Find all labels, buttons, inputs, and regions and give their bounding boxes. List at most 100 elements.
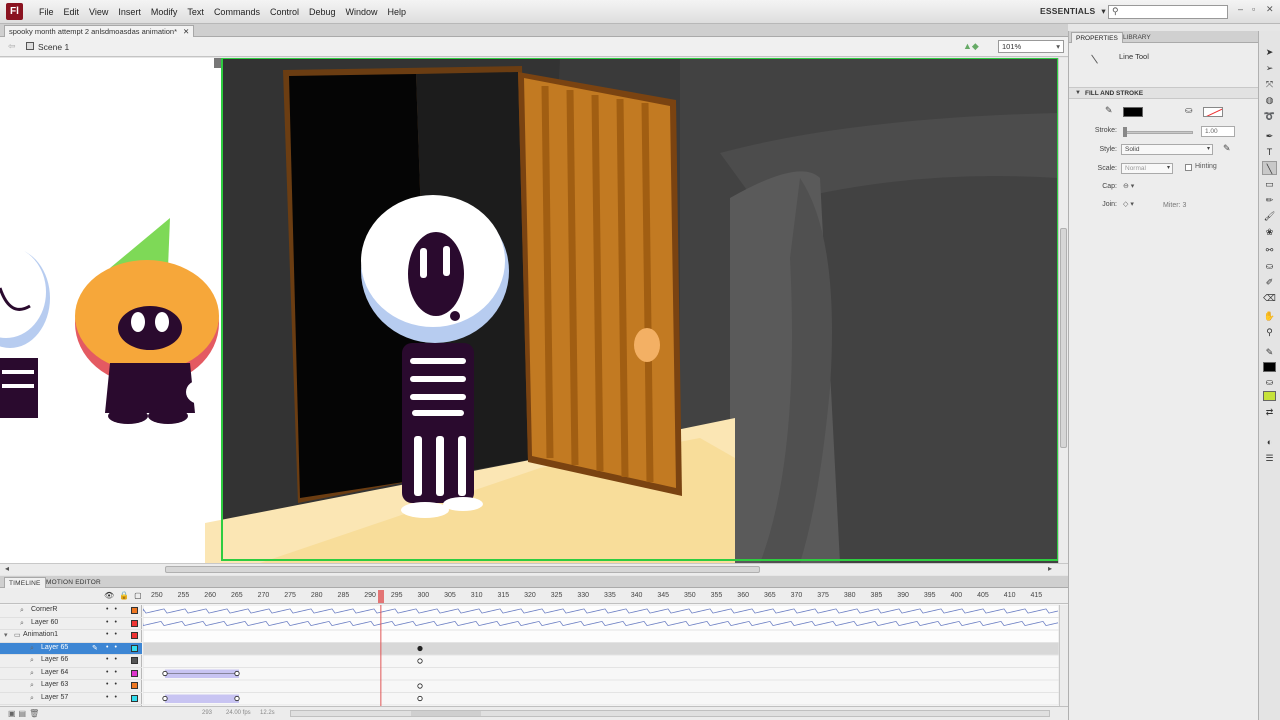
layer-row[interactable]: ⌕ Layer 65 ✎ ••	[0, 642, 142, 655]
transform-tool-icon[interactable]: ⤧	[1262, 77, 1277, 91]
pencil-tool-icon[interactable]: ✏	[1262, 193, 1277, 207]
layer-row[interactable]: ⌕ Layer 57 ••	[0, 693, 142, 705]
layer-outline-color[interactable]	[131, 682, 138, 689]
layer-name[interactable]: Layer 60	[31, 619, 58, 626]
menu-control[interactable]: Control	[270, 7, 299, 17]
scroll-right-icon[interactable]: ▸	[1048, 564, 1052, 573]
layer-name[interactable]: Layer 57	[41, 694, 68, 701]
layer-row[interactable]: ⌕ Layer 66 ••	[0, 655, 142, 668]
stroke-slider[interactable]	[1123, 131, 1193, 134]
minimize-icon[interactable]: –	[1238, 4, 1243, 14]
layer-outline-color[interactable]	[131, 632, 138, 639]
visibility-lock-dots[interactable]: ••	[106, 669, 123, 676]
pen-tool-icon[interactable]: ✒	[1262, 129, 1277, 143]
eyedropper-tool-icon[interactable]: ✐	[1262, 275, 1277, 289]
layer-row[interactable]: ▾ ▭ Animation1 ••	[0, 630, 142, 643]
layer-name[interactable]: Layer 65	[41, 644, 68, 651]
edit-scene-icon[interactable]: ▲◆	[963, 41, 979, 52]
stage-pasteboard[interactable]	[0, 58, 1058, 563]
layer-name[interactable]: CornerR	[31, 606, 57, 613]
stroke-color-icon[interactable]: ✎	[1262, 345, 1277, 359]
tab-library[interactable]: LIBRARY	[1119, 32, 1155, 43]
timeline-vertical-scrollbar[interactable]	[1059, 605, 1068, 706]
scroll-left-icon[interactable]: ◂	[5, 564, 9, 573]
selection-tool-icon[interactable]: ➤	[1262, 45, 1277, 59]
layer-row[interactable]: ⌕ Layer 60 ••	[0, 618, 142, 630]
menu-file[interactable]: File	[39, 7, 54, 17]
layer-outline-color[interactable]	[131, 619, 138, 627]
document-tab[interactable]: spooky month attempt 2 anlsdmoasdas anim…	[4, 25, 195, 37]
help-search-input[interactable]: ⚲	[1108, 5, 1228, 19]
eye-lock-outline-icon[interactable]: 👁🔒▢	[104, 591, 147, 600]
layer-outline-color[interactable]	[131, 657, 138, 664]
scroll-thumb[interactable]	[411, 711, 481, 716]
frame-grid[interactable]	[143, 605, 1059, 709]
eraser-tool-icon[interactable]: ⌫	[1262, 291, 1277, 305]
visibility-lock-dots[interactable]: ••	[106, 656, 123, 663]
3d-rotation-tool-icon[interactable]: ◍	[1262, 93, 1277, 107]
hand-tool-icon[interactable]: ✋	[1262, 309, 1277, 323]
layer-name[interactable]: Layer 66	[41, 656, 68, 663]
cap-select-icon[interactable]: ⊖ ▾	[1123, 182, 1134, 190]
menu-window[interactable]: Window	[346, 7, 378, 17]
snap-to-objects-icon[interactable]: ◐	[1262, 435, 1277, 449]
layer-outline-color[interactable]	[131, 644, 138, 652]
zoom-tool-icon[interactable]: ⚲	[1262, 325, 1277, 339]
scroll-thumb[interactable]	[1060, 228, 1067, 448]
layer-row[interactable]: ⌕ CornerR ••	[0, 605, 142, 618]
scale-select[interactable]: Normal ▾	[1121, 163, 1173, 174]
layer-outline-color[interactable]	[131, 669, 138, 677]
visibility-lock-dots[interactable]: ••	[106, 619, 123, 626]
visibility-lock-dots[interactable]: ••	[106, 644, 123, 651]
close-icon[interactable]: ✕	[1266, 4, 1274, 15]
fill-and-stroke-section[interactable]: ▼ FILL AND STROKE	[1069, 87, 1259, 99]
layer-row[interactable]: ⌕ Layer 64 ••	[0, 668, 142, 680]
fill-color-icon[interactable]: ⛀	[1262, 375, 1277, 389]
bone-tool-icon[interactable]: ⚯	[1262, 243, 1277, 257]
hinting-checkbox[interactable]	[1185, 164, 1192, 171]
edit-stroke-style-icon[interactable]: ✎	[1223, 143, 1231, 154]
workspace-switcher[interactable]: ESSENTIALS ▾	[1040, 6, 1106, 17]
tab-properties[interactable]: PROPERTIES	[1071, 32, 1123, 43]
menu-commands[interactable]: Commands	[214, 7, 260, 17]
stage-horizontal-scrollbar[interactable]: ◂ ▸	[0, 563, 1068, 575]
brush-tool-icon[interactable]: 🖌	[1262, 209, 1277, 223]
back-arrow-icon[interactable]: ⇦	[8, 41, 16, 52]
tab-motion-editor[interactable]: MOTION EDITOR	[42, 577, 105, 588]
stroke-width-input[interactable]: 1.00	[1201, 126, 1235, 137]
playhead-marker[interactable]	[377, 590, 384, 603]
layer-name[interactable]: Layer 64	[41, 669, 68, 676]
menu-modify[interactable]: Modify	[151, 7, 178, 17]
stroke-color-swatch[interactable]	[1263, 362, 1276, 372]
deco-tool-icon[interactable]: ❀	[1262, 225, 1277, 239]
maximize-icon[interactable]: ▫	[1252, 4, 1255, 14]
smooth-icon[interactable]: ☰	[1262, 451, 1277, 465]
fill-color-swatch[interactable]	[1263, 391, 1276, 401]
visibility-lock-dots[interactable]: ••	[106, 681, 123, 688]
style-select[interactable]: Solid ▾	[1121, 144, 1213, 155]
fill-color-swatch[interactable]	[1203, 107, 1223, 117]
menu-edit[interactable]: Edit	[64, 7, 80, 17]
collapse-triangle-icon[interactable]: ▼	[1075, 90, 1081, 96]
layer-name[interactable]: Layer 63	[41, 681, 68, 688]
swap-colors-icon[interactable]: ⇄	[1262, 405, 1277, 419]
timeline-horizontal-scrollbar[interactable]	[290, 710, 1050, 717]
menu-help[interactable]: Help	[388, 7, 407, 17]
text-tool-icon[interactable]: T	[1262, 145, 1277, 159]
menu-text[interactable]: Text	[187, 7, 204, 17]
visibility-lock-dots[interactable]: ••	[106, 631, 123, 638]
menu-debug[interactable]: Debug	[309, 7, 336, 17]
new-layer-icon[interactable]: ▣▤🗑	[8, 709, 42, 718]
line-tool-icon[interactable]: ╲	[1262, 161, 1277, 175]
stroke-color-swatch[interactable]	[1123, 107, 1143, 117]
tab-close-icon[interactable]: ✕	[183, 26, 189, 37]
subselection-tool-icon[interactable]: ➢	[1262, 61, 1277, 75]
lasso-tool-icon[interactable]: ➰	[1262, 109, 1277, 123]
join-select-icon[interactable]: ◇ ▾	[1123, 200, 1134, 208]
tab-timeline[interactable]: TIMELINE	[4, 577, 46, 588]
layer-name[interactable]: Animation1	[23, 631, 58, 638]
paint-bucket-tool-icon[interactable]: ⛀	[1262, 259, 1277, 273]
menu-view[interactable]: View	[89, 7, 108, 17]
menu-insert[interactable]: Insert	[118, 7, 141, 17]
scroll-thumb[interactable]	[165, 566, 760, 573]
